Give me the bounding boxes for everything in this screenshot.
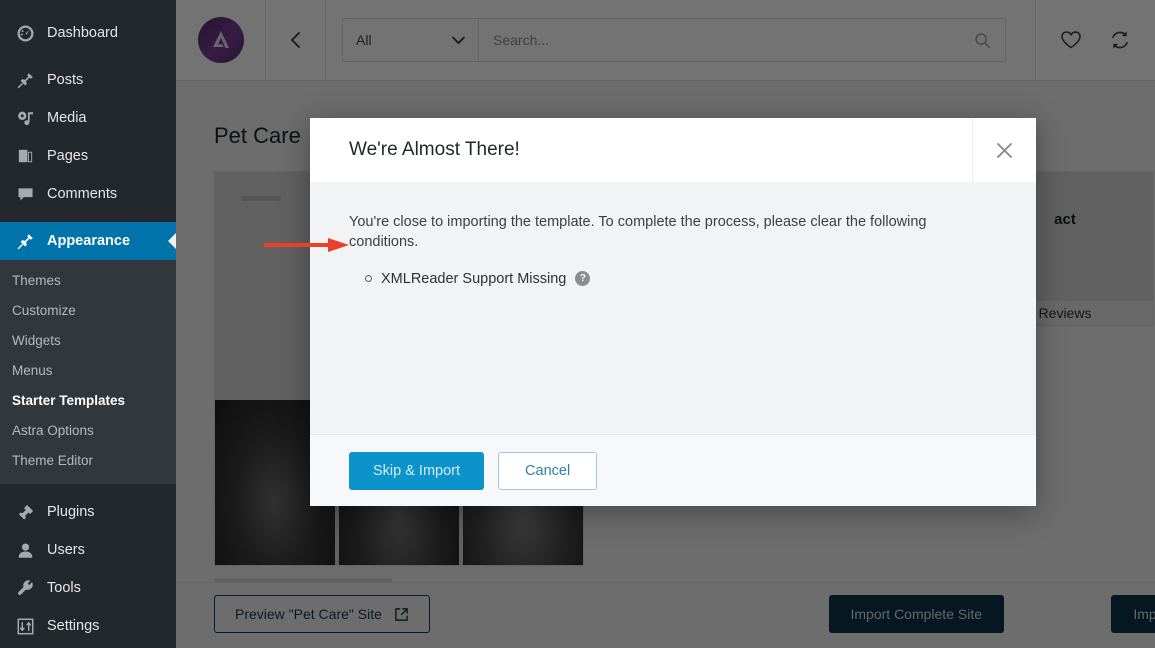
sidebar-item-label: Tools: [47, 580, 81, 596]
sidebar-subitem-menus[interactable]: Menus: [0, 356, 176, 386]
wrench-icon: [12, 578, 38, 598]
sidebar-item-settings[interactable]: Settings: [0, 607, 176, 645]
sidebar-item-posts[interactable]: Posts: [0, 61, 176, 99]
plug-icon: [12, 502, 38, 522]
user-icon: [12, 540, 38, 560]
skip-and-import-button[interactable]: Skip & Import: [349, 451, 485, 490]
appearance-submenu: Themes Customize Widgets Menus Starter T…: [0, 260, 176, 484]
sidebar-item-label: Plugins: [47, 504, 95, 520]
sidebar-item-label: Appearance: [47, 233, 131, 249]
close-icon[interactable]: [972, 118, 1036, 182]
sidebar-item-label: Dashboard: [47, 25, 118, 41]
active-arrow-indicator: [168, 233, 176, 249]
almost-there-modal: We're Almost There! You're close to impo…: [310, 118, 1036, 506]
sidebar-item-tools[interactable]: Tools: [0, 569, 176, 607]
modal-title: We're Almost There!: [349, 139, 520, 160]
comments-icon: [12, 184, 38, 204]
modal-footer: Skip & Import Cancel: [310, 434, 1036, 506]
app-root: All Search...: [0, 0, 1155, 648]
sidebar-item-label: Media: [47, 110, 87, 126]
close-x-glyph: [997, 142, 1012, 158]
pin-icon: [12, 70, 38, 90]
dashboard-icon: [12, 23, 38, 43]
sidebar-item-label: Users: [47, 542, 85, 558]
sidebar-item-label: Pages: [47, 148, 89, 164]
wp-admin-sidebar: Dashboard Posts Media Pages Comments App…: [0, 0, 176, 648]
sidebar-item-users[interactable]: Users: [0, 531, 176, 569]
condition-item: XMLReader Support Missing ?: [365, 271, 997, 287]
sidebar-item-dashboard[interactable]: Dashboard: [0, 14, 176, 52]
sidebar-item-label: Settings: [47, 618, 100, 634]
sidebar-item-label: Comments: [47, 186, 118, 202]
conditions-list: XMLReader Support Missing ?: [349, 271, 997, 287]
help-circle-icon[interactable]: ?: [575, 271, 591, 287]
pages-icon: [12, 146, 38, 166]
sidebar-subitem-astra-options[interactable]: Astra Options: [0, 416, 176, 446]
sidebar-subitem-customize[interactable]: Customize: [0, 296, 176, 326]
sidebar-item-comments[interactable]: Comments: [0, 175, 176, 213]
modal-header: We're Almost There!: [310, 118, 1036, 182]
settings-icon: [12, 616, 38, 636]
sidebar-item-plugins[interactable]: Plugins: [0, 493, 176, 531]
condition-label: XMLReader Support Missing: [381, 270, 567, 287]
sidebar-subitem-themes[interactable]: Themes: [0, 266, 176, 296]
sidebar-item-pages[interactable]: Pages: [0, 137, 176, 175]
cancel-button[interactable]: Cancel: [498, 451, 598, 490]
sidebar-subitem-theme-editor[interactable]: Theme Editor: [0, 446, 176, 476]
modal-description: You're close to importing the template. …: [349, 214, 927, 251]
brush-icon: [12, 231, 38, 251]
sidebar-subitem-widgets[interactable]: Widgets: [0, 326, 176, 356]
sidebar-item-appearance[interactable]: Appearance: [0, 222, 176, 260]
sidebar-item-label: Posts: [47, 72, 84, 88]
sidebar-item-media[interactable]: Media: [0, 99, 176, 137]
media-icon: [12, 108, 38, 128]
sidebar-subitem-starter-templates[interactable]: Starter Templates: [0, 386, 176, 416]
modal-body: You're close to importing the template. …: [310, 182, 1036, 434]
